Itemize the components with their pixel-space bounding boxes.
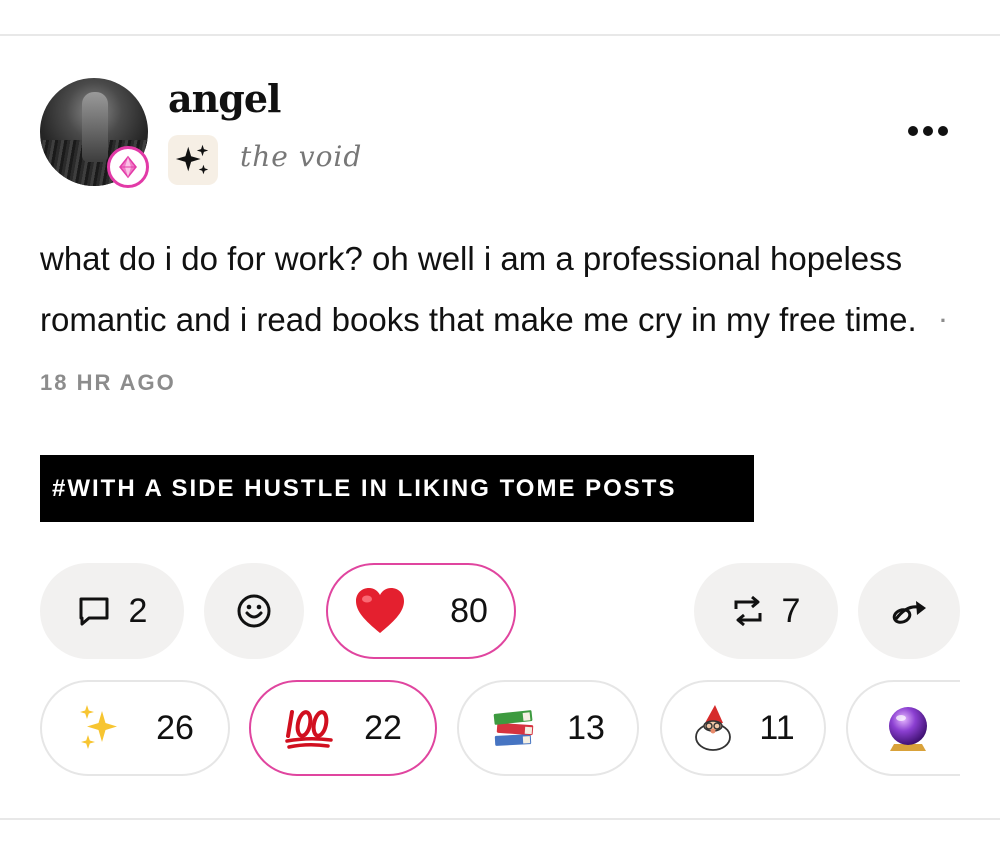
reaction-gnome[interactable]: 11: [660, 680, 826, 776]
comment-count: 2: [128, 591, 148, 630]
comment-button[interactable]: 2: [40, 563, 184, 659]
more-dot-icon: [923, 126, 933, 136]
heart-count: 80: [450, 591, 488, 630]
gnome-emoji-icon: [695, 705, 732, 751]
crystal-ball-emoji-icon: [889, 707, 927, 751]
post-tag[interactable]: #WITH A SIDE HUSTLE IN LIKING TOME POSTS: [40, 455, 754, 522]
sparkles-emoji-icon: [80, 705, 118, 749]
repost-count: 7: [781, 591, 801, 630]
reaction-count: 26: [156, 708, 194, 747]
community-name[interactable]: the void: [240, 140, 362, 173]
reaction-count: 11: [759, 708, 795, 747]
avatar-photo-figure: [82, 92, 108, 162]
heart-reaction-button[interactable]: 80: [326, 563, 516, 659]
reaction-count: 22: [364, 708, 402, 747]
hundred-points-icon: [285, 710, 333, 749]
reaction-books[interactable]: 13: [457, 680, 639, 776]
reaction-sparkles[interactable]: 26: [40, 680, 230, 776]
books-emoji-icon: [493, 710, 534, 746]
post-body: what do i do for work? oh well i am a pr…: [40, 228, 970, 413]
heart-icon: [356, 588, 405, 633]
more-dot-icon: [938, 126, 948, 136]
smiley-icon: [237, 594, 271, 628]
reaction-hundred[interactable]: 22: [249, 680, 437, 776]
top-divider: [0, 34, 1000, 36]
repost-button[interactable]: 7: [694, 563, 838, 659]
reaction-crystal-ball[interactable]: [846, 680, 960, 776]
post-tag-label: #WITH A SIDE HUSTLE IN LIKING TOME POSTS: [52, 474, 677, 502]
share-icon: [892, 601, 926, 624]
more-dot-icon: [908, 126, 918, 136]
more-options-button[interactable]: [902, 116, 954, 146]
post-text: what do i do for work? oh well i am a pr…: [40, 240, 917, 338]
gem-badge-icon: [107, 146, 149, 188]
sparkles-icon[interactable]: [168, 135, 218, 185]
row-overflow-crop: [960, 670, 1000, 790]
reaction-count: 13: [567, 708, 605, 747]
username[interactable]: angel: [168, 76, 281, 121]
add-reaction-button[interactable]: [204, 563, 304, 659]
share-button[interactable]: [858, 563, 960, 659]
comment-icon: [79, 597, 109, 626]
repost-icon: [734, 595, 762, 627]
bottom-divider: [0, 818, 1000, 820]
